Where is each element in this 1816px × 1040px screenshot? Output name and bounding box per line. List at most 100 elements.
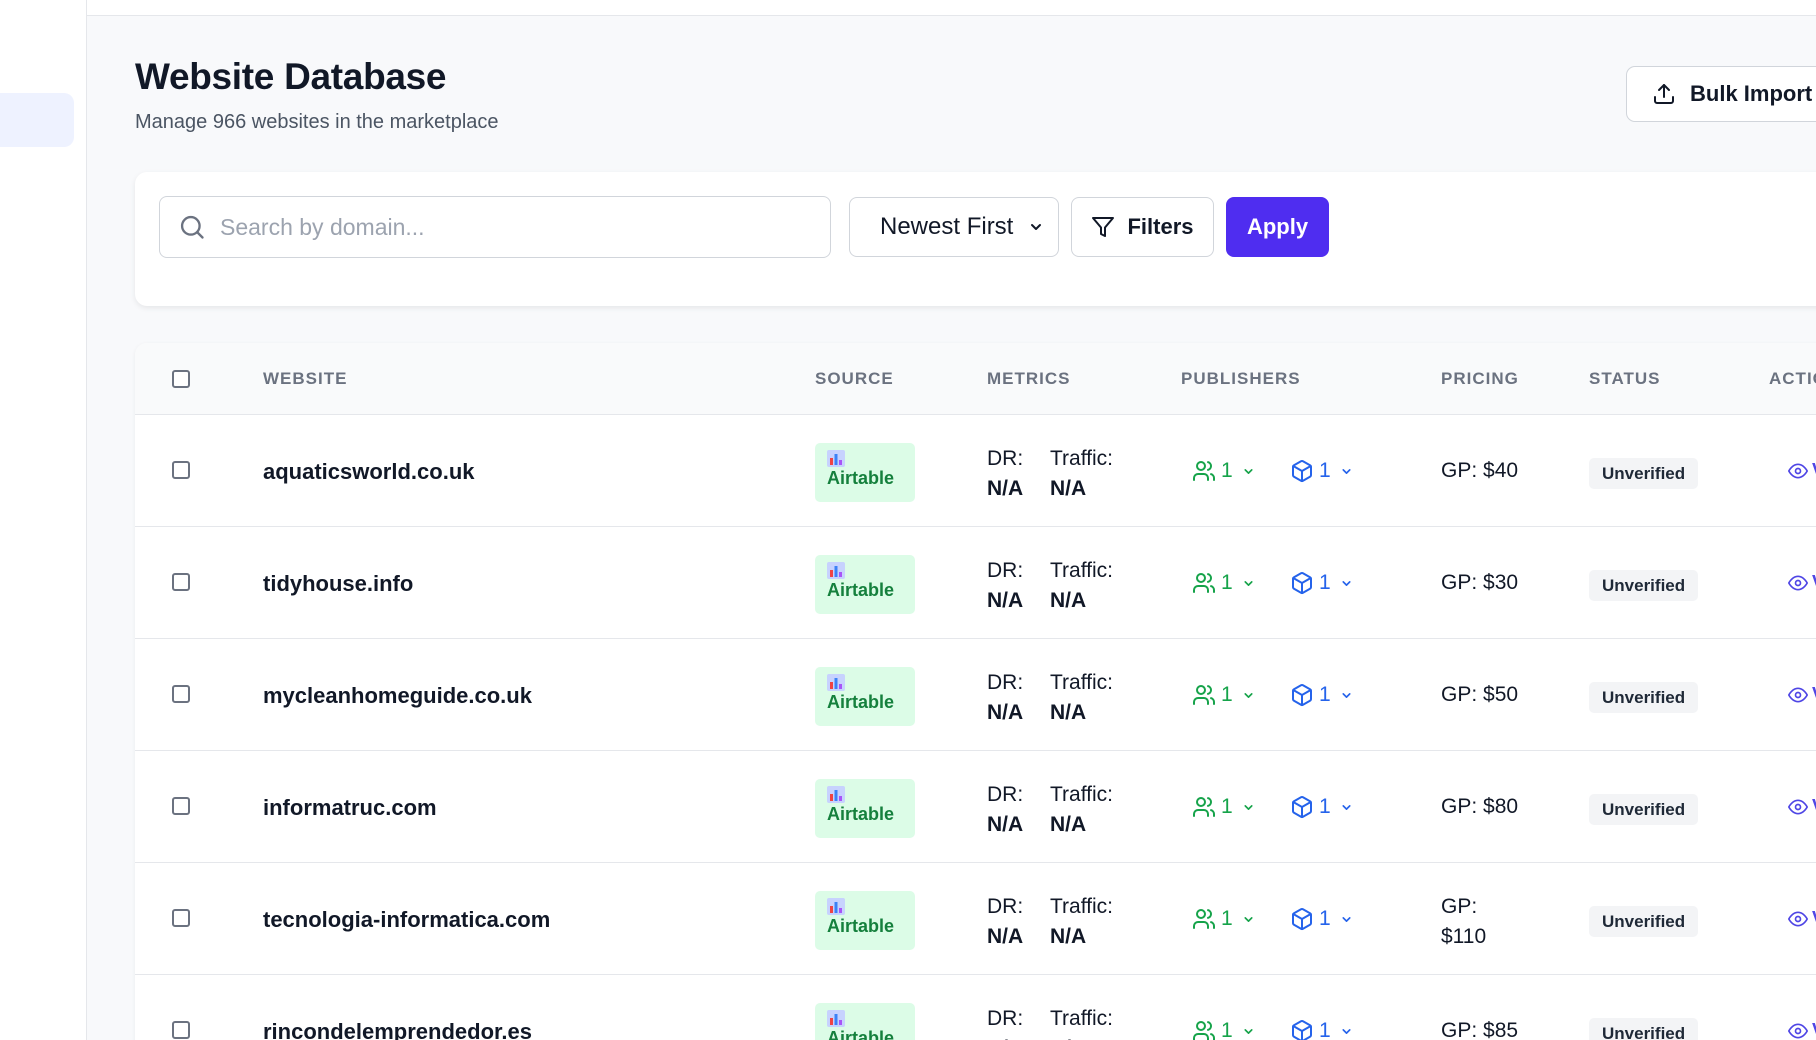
source-badge: Airtable bbox=[815, 443, 915, 502]
eye-icon bbox=[1788, 799, 1808, 814]
publishers-count: 1 bbox=[1221, 571, 1233, 594]
website-domain[interactable]: aquaticsworld.co.uk bbox=[263, 459, 475, 485]
bar-chart-icon bbox=[827, 450, 845, 467]
table-row[interactable]: informatruc.com Airtable DR: N/A Traffic: N/A… bbox=[135, 751, 1816, 863]
view-label: View bbox=[1812, 796, 1816, 817]
row-checkbox[interactable] bbox=[172, 797, 190, 815]
dr-label: DR: bbox=[987, 671, 1024, 694]
dr-label: DR: bbox=[987, 895, 1024, 918]
apply-button[interactable]: Apply bbox=[1226, 197, 1329, 257]
view-button[interactable]: View bbox=[1788, 684, 1816, 705]
column-header-publishers[interactable]: PUBLISHERS bbox=[1181, 369, 1301, 389]
table-row[interactable]: tidyhouse.info Airtable DR: N/A Traffic: N/A 1… bbox=[135, 527, 1816, 639]
website-domain[interactable]: tidyhouse.info bbox=[263, 571, 413, 597]
eye-icon bbox=[1788, 1023, 1808, 1038]
chevron-down-icon bbox=[1244, 580, 1253, 586]
column-header-pricing[interactable]: PRICING bbox=[1441, 369, 1519, 389]
offerings-count: 1 bbox=[1319, 683, 1331, 706]
traffic-value: N/A bbox=[1050, 1034, 1113, 1040]
publishers-dropdown[interactable]: 1 bbox=[1192, 571, 1255, 595]
dr-value: N/A bbox=[987, 477, 1024, 500]
bulk-import-button[interactable]: Bulk Import bbox=[1626, 66, 1816, 122]
view-button[interactable]: View bbox=[1788, 908, 1816, 929]
source-label: Airtable bbox=[827, 1028, 895, 1040]
sort-select[interactable]: Newest First bbox=[849, 197, 1059, 257]
filters-button[interactable]: Filters bbox=[1071, 197, 1214, 257]
search-input[interactable] bbox=[220, 213, 800, 241]
website-domain[interactable]: tecnologia-informatica.com bbox=[263, 907, 550, 933]
publishers-count: 1 bbox=[1221, 459, 1233, 482]
row-checkbox[interactable] bbox=[172, 573, 190, 591]
users-icon bbox=[1193, 1021, 1215, 1040]
top-bar bbox=[87, 0, 1816, 16]
sidebar-item-active[interactable] bbox=[0, 93, 74, 147]
row-checkbox[interactable] bbox=[172, 1021, 190, 1039]
bar-chart-icon bbox=[827, 898, 845, 915]
filters-label: Filters bbox=[1127, 214, 1194, 239]
offerings-dropdown[interactable]: 1 bbox=[1290, 1019, 1353, 1040]
publishers-dropdown[interactable]: 1 bbox=[1192, 683, 1255, 707]
row-checkbox[interactable] bbox=[172, 685, 190, 703]
chevron-down-icon bbox=[1342, 692, 1351, 698]
dr-value: N/A bbox=[987, 813, 1024, 836]
pricing-value: GP: $30 bbox=[1441, 571, 1519, 594]
traffic-value: N/A bbox=[1050, 701, 1087, 724]
table-row[interactable]: rincondelemprendedor.esAirtableDR:N/ATra… bbox=[135, 975, 1816, 1040]
publishers-count: 1 bbox=[1221, 907, 1233, 930]
users-icon bbox=[1193, 909, 1215, 929]
offerings-dropdown[interactable]: 1 bbox=[1290, 683, 1353, 707]
website-domain[interactable]: rincondelemprendedor.es bbox=[263, 1019, 532, 1040]
search-box[interactable] bbox=[159, 196, 831, 258]
traffic-label: Traffic: bbox=[1050, 447, 1114, 470]
column-header-source[interactable]: SOURCE bbox=[815, 369, 894, 389]
traffic-value: N/A bbox=[1050, 925, 1087, 948]
website-domain[interactable]: informatruc.com bbox=[263, 795, 437, 821]
users-icon bbox=[1193, 573, 1215, 593]
offerings-dropdown[interactable]: 1 bbox=[1290, 571, 1353, 595]
view-label: View bbox=[1812, 572, 1816, 593]
column-header-website[interactable]: WEBSITE bbox=[263, 369, 347, 389]
column-header-metrics[interactable]: METRICS bbox=[987, 369, 1071, 389]
select-all-checkbox[interactable] bbox=[172, 370, 190, 388]
view-button[interactable]: View bbox=[1788, 460, 1816, 481]
offerings-count: 1 bbox=[1319, 795, 1331, 818]
table-row[interactable]: aquaticsworld.co.uk Airtable DR: N/A Traffic… bbox=[135, 415, 1816, 527]
dr-label: DR: bbox=[987, 447, 1024, 470]
row-checkbox[interactable] bbox=[172, 461, 190, 479]
dr-value: N/A bbox=[987, 589, 1024, 612]
pricing-value: GP: $85 bbox=[1441, 1019, 1519, 1040]
view-button[interactable]: View bbox=[1788, 796, 1816, 817]
table-row[interactable]: tecnologia-informatica.com Airtable DR: N/A… bbox=[135, 863, 1816, 975]
upload-icon bbox=[1654, 84, 1674, 104]
column-header-actions[interactable]: ACTIONS bbox=[1769, 369, 1816, 389]
offerings-dropdown[interactable]: 1 bbox=[1290, 459, 1353, 483]
offerings-dropdown[interactable]: 1 bbox=[1290, 907, 1353, 931]
dr-metric: DR: N/A bbox=[987, 780, 1023, 840]
websites-table: WEBSITE SOURCE METRICS PUBLISHERS PRICIN… bbox=[135, 343, 1816, 1040]
source-label: Airtable bbox=[827, 916, 895, 936]
column-header-status[interactable]: STATUS bbox=[1589, 369, 1660, 389]
source-label: Airtable bbox=[827, 580, 895, 600]
traffic-metric: Traffic: N/A bbox=[1050, 892, 1113, 952]
publishers-dropdown[interactable]: 1 bbox=[1192, 907, 1255, 931]
bar-chart-icon bbox=[827, 674, 845, 691]
offerings-dropdown[interactable]: 1 bbox=[1290, 795, 1353, 819]
table-row[interactable]: mycleanhomeguide.co.uk Airtable DR: N/A Traf… bbox=[135, 639, 1816, 751]
box-icon bbox=[1292, 908, 1312, 931]
sidebar bbox=[0, 0, 87, 1040]
publishers-dropdown[interactable]: 1 bbox=[1192, 795, 1255, 819]
row-checkbox[interactable] bbox=[172, 909, 190, 927]
eye-icon bbox=[1788, 463, 1808, 478]
source-badge: Airtable bbox=[815, 891, 915, 950]
publishers-dropdown[interactable]: 1 bbox=[1192, 1019, 1255, 1040]
view-button[interactable]: View bbox=[1788, 1020, 1816, 1040]
publishers-dropdown[interactable]: 1 bbox=[1192, 459, 1255, 483]
traffic-value: N/A bbox=[1050, 477, 1087, 500]
source-badge: Airtable bbox=[815, 555, 915, 614]
source-badge: Airtable bbox=[815, 1003, 915, 1040]
bulk-import-label: Bulk Import bbox=[1690, 81, 1813, 106]
website-domain[interactable]: mycleanhomeguide.co.uk bbox=[263, 683, 532, 709]
view-button[interactable]: View bbox=[1788, 572, 1816, 593]
dr-label: DR: bbox=[987, 559, 1024, 582]
dr-value: N/A bbox=[987, 925, 1024, 948]
